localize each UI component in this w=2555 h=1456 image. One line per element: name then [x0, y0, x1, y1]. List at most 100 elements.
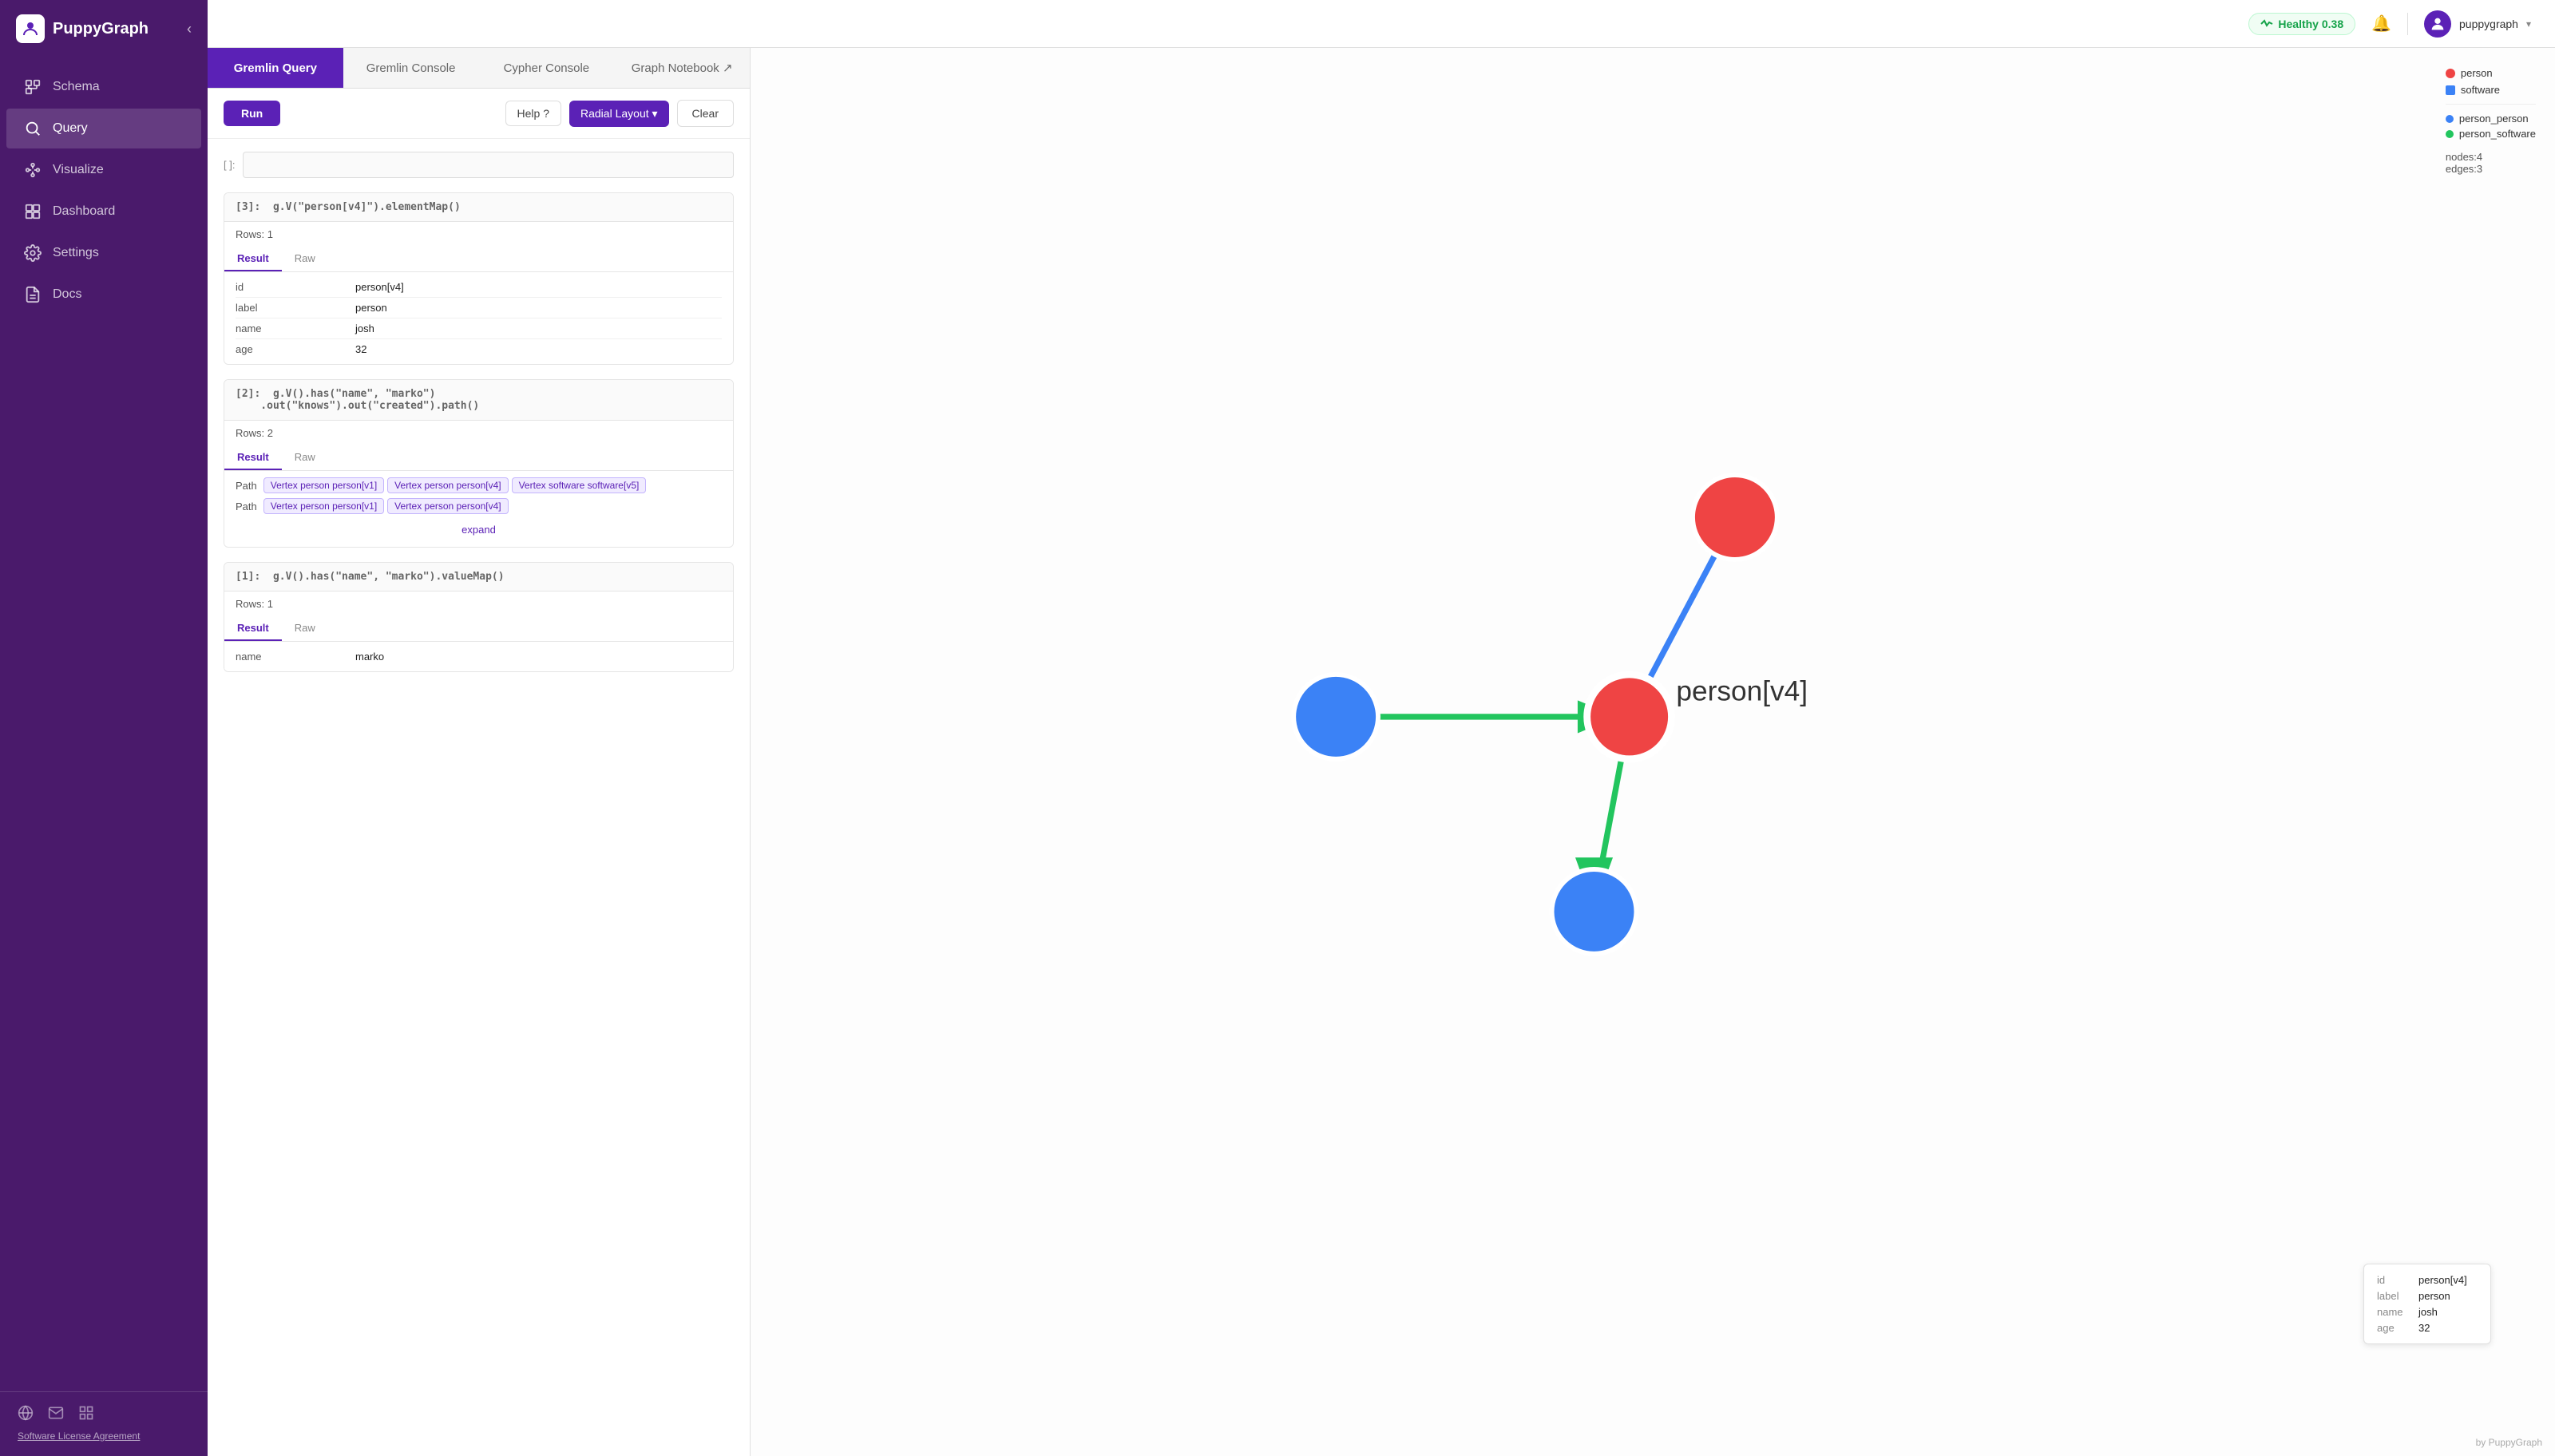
path-label: Path — [236, 500, 257, 512]
result-tab-result-2[interactable]: Result — [224, 445, 282, 470]
result-tabs-1: Result Raw — [224, 616, 733, 642]
notification-bell-icon[interactable]: 🔔 — [2371, 14, 2391, 34]
result-tab-result-3[interactable]: Result — [224, 247, 282, 271]
graph-node[interactable] — [1552, 869, 1637, 954]
row-val: marko — [355, 651, 384, 663]
query-input[interactable] — [243, 152, 734, 178]
path-result-2: Path Vertex person person[v1] Vertex per… — [224, 471, 733, 547]
path-row: Path Vertex person person[v1] Vertex per… — [236, 498, 722, 514]
mail-icon[interactable] — [48, 1405, 64, 1421]
query-label-3: [3]: — [236, 201, 260, 213]
query-header-3: [3]: g.V("person[v4]").elementMap() — [224, 193, 733, 222]
table-row: name marko — [236, 647, 722, 667]
tooltip-val-id: person[v4] — [2418, 1274, 2467, 1286]
expand-button[interactable]: expand — [236, 519, 722, 540]
path-tag: Vertex person person[v4] — [387, 477, 508, 493]
table-row: id person[v4] — [236, 277, 722, 298]
sidebar-item-dashboard[interactable]: Dashboard — [6, 192, 201, 231]
tab-gremlin-query[interactable]: Gremlin Query — [208, 48, 343, 88]
legend-label-person: person — [2461, 67, 2493, 79]
table-row: label person — [236, 298, 722, 318]
nodes-count: nodes:4 — [2446, 151, 2536, 163]
help-button[interactable]: Help ? — [505, 101, 561, 126]
path-tag: Vertex person person[v1] — [263, 477, 384, 493]
result-table-3: id person[v4] label person name josh a — [224, 272, 733, 364]
sidebar-item-docs[interactable]: Docs — [6, 275, 201, 315]
graph-node[interactable] — [1693, 475, 1777, 560]
topbar-divider — [2407, 13, 2408, 35]
legend-item-person-software: person_software — [2446, 128, 2536, 140]
graph-panel: person[v4] person software person_person — [751, 48, 2555, 1456]
graph-credit: by PuppyGraph — [2476, 1437, 2542, 1448]
query-text-1: g.V().has("name", "marko").valueMap() — [273, 571, 505, 583]
row-val: 32 — [355, 343, 366, 355]
rows-label-1: Rows: 1 — [224, 592, 733, 616]
layout-button[interactable]: Radial Layout ▾ — [569, 101, 669, 127]
row-key: name — [236, 322, 347, 334]
results-area: [ ]: [3]: g.V("person[v4]").elementMap()… — [208, 139, 750, 1456]
health-badge: Healthy 0.38 — [2248, 13, 2355, 35]
grid-icon[interactable] — [78, 1405, 94, 1421]
collapse-icon[interactable]: ‹ — [187, 21, 192, 38]
sidebar: PuppyGraph ‹ Schema Query Visualize Dash… — [0, 0, 208, 1456]
sidebar-item-visualize[interactable]: Visualize — [6, 150, 201, 190]
graph-node[interactable] — [1293, 675, 1378, 759]
topbar-user[interactable]: puppygraph ▾ — [2424, 10, 2531, 38]
clear-button[interactable]: Clear — [677, 100, 734, 127]
main: Healthy 0.38 🔔 puppygraph ▾ Gremlin Quer… — [208, 0, 2555, 1456]
row-key: name — [236, 651, 347, 663]
result-table-1: name marko — [224, 642, 733, 671]
sidebar-item-query[interactable]: Query — [6, 109, 201, 148]
path-tag: Vertex person person[v1] — [263, 498, 384, 514]
input-label: [ ]: — [224, 159, 235, 171]
path-row: Path Vertex person person[v1] Vertex per… — [236, 477, 722, 493]
docs-icon — [24, 286, 42, 303]
legend-dot-person — [2446, 69, 2455, 78]
toolbar: Run Help ? Radial Layout ▾ Clear — [208, 89, 750, 139]
run-button[interactable]: Run — [224, 101, 280, 126]
tab-cypher-console[interactable]: Cypher Console — [479, 48, 615, 88]
rows-label-2: Rows: 2 — [224, 421, 733, 445]
sidebar-item-settings-label: Settings — [53, 246, 99, 260]
visualize-icon — [24, 161, 42, 179]
sidebar-footer: Software License Agreement — [0, 1391, 208, 1456]
legend-label-software: software — [2461, 84, 2500, 96]
tooltip-row-age: age 32 — [2377, 1322, 2478, 1334]
sidebar-item-docs-label: Docs — [53, 287, 81, 302]
path-tag: Vertex software software[v5] — [512, 477, 647, 493]
sidebar-item-settings[interactable]: Settings — [6, 233, 201, 273]
schema-icon — [24, 78, 42, 96]
avatar — [2424, 10, 2451, 38]
result-tab-raw-1[interactable]: Raw — [282, 616, 328, 641]
tooltip-key-name: name — [2377, 1306, 2412, 1318]
row-key: id — [236, 281, 347, 293]
row-key: age — [236, 343, 347, 355]
result-tab-raw-2[interactable]: Raw — [282, 445, 328, 470]
username-label: puppygraph — [2459, 18, 2518, 30]
row-val: person — [355, 302, 387, 314]
legend-dot-person-software — [2446, 130, 2454, 138]
tooltip-row-name: name josh — [2377, 1306, 2478, 1318]
sidebar-item-dashboard-label: Dashboard — [53, 204, 115, 219]
rows-label-3: Rows: 1 — [224, 222, 733, 247]
tooltip-val-label: person — [2418, 1290, 2450, 1302]
query-block-1: [1]: g.V().has("name", "marko").valueMap… — [224, 562, 734, 672]
tooltip-row-label: label person — [2377, 1290, 2478, 1302]
query-label-1: [1]: — [236, 571, 260, 583]
query-text-2: g.V().has("name", "marko") .out("knows")… — [236, 388, 479, 412]
query-input-line: [ ]: — [224, 152, 734, 178]
tab-gremlin-console[interactable]: Gremlin Console — [343, 48, 479, 88]
graph-node-selected[interactable] — [1587, 675, 1672, 759]
result-tab-result-1[interactable]: Result — [224, 616, 282, 641]
license-link[interactable]: Software License Agreement — [18, 1430, 140, 1442]
tab-graph-notebook[interactable]: Graph Notebook ↗ — [614, 48, 750, 88]
sidebar-item-schema[interactable]: Schema — [6, 67, 201, 107]
content: Gremlin Query Gremlin Console Cypher Con… — [208, 48, 2555, 1456]
tooltip-row-id: id person[v4] — [2377, 1274, 2478, 1286]
legend-dot-person-person — [2446, 115, 2454, 123]
result-tab-raw-3[interactable]: Raw — [282, 247, 328, 271]
legend-stats: nodes:4 edges:3 — [2446, 151, 2536, 175]
path-label: Path — [236, 480, 257, 492]
globe-icon[interactable] — [18, 1405, 34, 1421]
row-val: person[v4] — [355, 281, 404, 293]
